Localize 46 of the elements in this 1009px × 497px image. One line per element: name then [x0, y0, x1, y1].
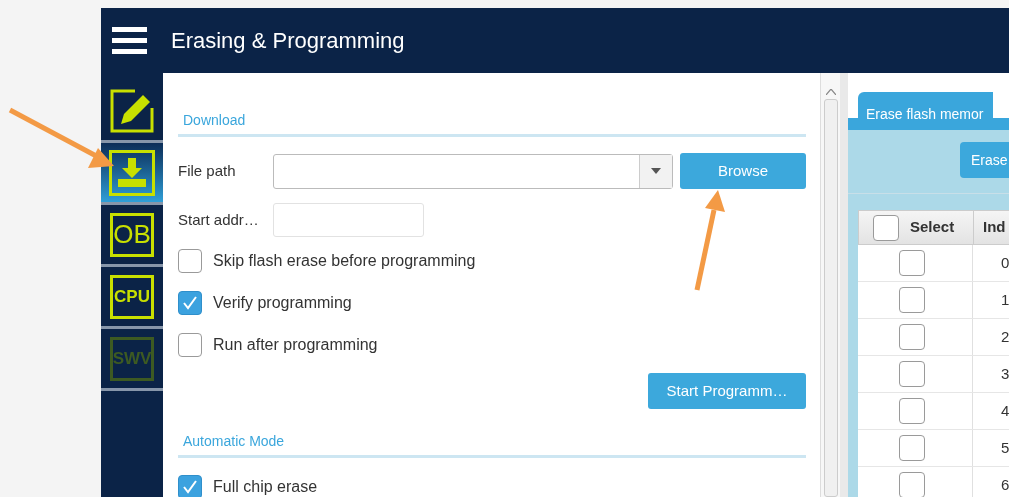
caret-icon — [651, 168, 661, 174]
table-cell-text: 3 — [1001, 363, 1009, 384]
check-icon — [182, 479, 198, 495]
start-address-field[interactable] — [273, 203, 424, 237]
section-title: Automatic Mode — [183, 433, 285, 449]
browse-button[interactable]: Browse — [680, 153, 806, 189]
pencil-icon — [109, 87, 155, 134]
table-cell-text: 0 — [1001, 252, 1009, 273]
section-title: Download — [183, 112, 246, 128]
checkbox-label: Skip flash erase before programming — [213, 251, 476, 271]
table-cell-text: 2 — [1001, 326, 1009, 347]
checkbox[interactable] — [899, 472, 925, 497]
menu-icon[interactable] — [112, 26, 147, 55]
sidebar-item[interactable] — [101, 143, 163, 205]
download-icon — [109, 149, 155, 196]
checkbox[interactable] — [873, 214, 899, 241]
checkbox[interactable] — [178, 333, 202, 357]
table-cell-text: 5 — [1001, 437, 1009, 458]
checkbox[interactable] — [899, 398, 925, 424]
column-header: Ind — [983, 217, 1006, 238]
checkbox-label: Verify programming — [213, 293, 352, 313]
checkbox-label: Full chip erase — [213, 477, 318, 497]
checkbox[interactable] — [899, 250, 925, 276]
checkbox[interactable] — [899, 324, 925, 350]
checkbox[interactable] — [899, 435, 925, 461]
field-label: File path — [178, 160, 237, 181]
checkbox-label: Run after programming — [213, 335, 378, 355]
start-programming-button[interactable]: Start Programm… — [648, 373, 806, 409]
checkbox[interactable] — [178, 475, 202, 497]
field-label: Start addr… — [178, 209, 260, 230]
erase-button[interactable]: Erase — [960, 142, 1009, 178]
sidebar-label: OB — [110, 212, 154, 257]
scroll-up-icon[interactable] — [825, 89, 836, 95]
sidebar-label: CPU — [110, 274, 154, 319]
check-icon — [182, 295, 198, 311]
file-path-combobox[interactable] — [273, 153, 673, 189]
checkbox[interactable] — [899, 287, 925, 313]
checkbox[interactable] — [178, 291, 202, 315]
table-cell-text: 1 — [1001, 289, 1009, 310]
window-title: Erasing & Programming — [171, 27, 405, 55]
checkbox[interactable] — [899, 361, 925, 387]
table-cell-text: 4 — [1001, 400, 1009, 421]
checkbox[interactable] — [178, 249, 202, 273]
column-header: Select — [910, 217, 955, 238]
table-cell-text: 6 — [1001, 474, 1009, 495]
scrollbar[interactable] — [820, 73, 840, 497]
